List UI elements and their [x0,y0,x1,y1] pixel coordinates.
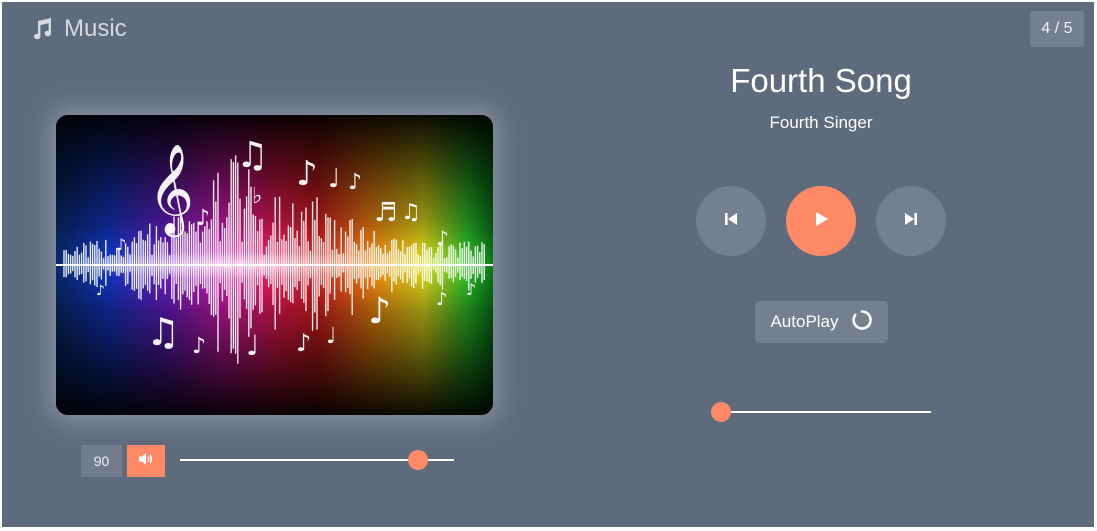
mute-button[interactable] [127,445,165,477]
speaker-icon [138,452,154,471]
svg-text:♪: ♪ [466,280,476,299]
svg-text:♪: ♪ [368,291,391,332]
svg-text:♪: ♪ [348,170,362,195]
svg-text:♫: ♫ [146,310,180,354]
svg-text:♩: ♩ [246,329,259,362]
play-icon [812,210,830,233]
play-button[interactable] [786,186,856,256]
svg-text:♫: ♫ [236,135,268,176]
svg-text:♪: ♪ [436,289,448,310]
seek-slider[interactable] [711,402,931,422]
volume-value: 90 [81,445,122,477]
app-title: Music [64,15,127,42]
svg-text:♪: ♪ [296,329,311,357]
song-artist: Fourth Singer [769,113,873,132]
svg-text:♪: ♪ [296,154,318,194]
autoplay-label: AutoPlay [770,312,839,331]
previous-button[interactable] [696,186,766,256]
svg-text:♬: ♬ [374,198,397,228]
album-cover: 𝄞 ♫ ♪ ♩ ♪ ♬ ♫ ♭ ♪ ♪ ♫ ♪ ♩ ♪ ♩ ♪ ♪ ♪ ♪ ♪ [56,115,493,415]
loop-icon [851,309,873,336]
music-player: Music 4 / 5 𝄞 ♫ ♪ ♩ ♪ ♬ ♫ ♭ ♪ ♪ ♫ ♪ ♩ ♪ … [2,2,1094,527]
autoplay-button[interactable]: AutoPlay [755,301,888,343]
next-button[interactable] [876,186,946,256]
svg-text:♪: ♪ [436,226,449,250]
app-brand: Music [30,14,127,44]
svg-text:𝄞: 𝄞 [148,144,194,238]
volume-slider[interactable] [180,450,454,470]
svg-text:♪: ♪ [116,235,126,254]
svg-text:♩: ♩ [328,164,340,194]
skip-next-icon [903,211,919,232]
svg-text:♪: ♪ [192,334,206,359]
track-counter: 4 / 5 [1030,11,1084,47]
svg-text:♩: ♩ [326,324,336,349]
volume-slider-thumb[interactable] [408,450,429,470]
song-title: Fourth Song [730,62,912,99]
music-note-icon [30,17,54,41]
svg-text:♪: ♪ [96,283,105,299]
svg-text:♭: ♭ [252,184,262,209]
seek-slider-thumb[interactable] [711,402,731,422]
svg-text:♫: ♫ [401,200,421,225]
svg-text:♪: ♪ [196,206,210,231]
skip-previous-icon [723,211,739,232]
